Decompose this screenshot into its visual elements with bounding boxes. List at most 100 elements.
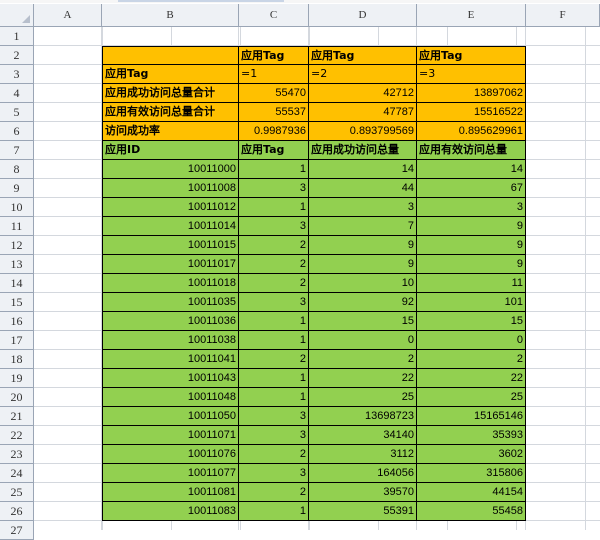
data-cell-r26-c0[interactable]: 10011083	[102, 502, 239, 521]
data-cell-r12-c0[interactable]: 10011015	[102, 236, 239, 255]
data-cell-r22-c2[interactable]: 34140	[309, 426, 417, 445]
data-cell-r14-c0[interactable]: 10011018	[102, 274, 239, 293]
row-header-1[interactable]: 1	[0, 27, 34, 46]
data-cell-r20-c2[interactable]: 25	[309, 388, 417, 407]
row-header-25[interactable]: 25	[0, 483, 34, 502]
column-header-e[interactable]: E	[417, 4, 526, 27]
header-cell-r6-c2[interactable]: 0.893799569	[309, 122, 417, 141]
data-cell-r19-c2[interactable]: 22	[309, 369, 417, 388]
row-header-6[interactable]: 6	[0, 122, 34, 141]
data-cell-r18-c3[interactable]: 2	[417, 350, 526, 369]
data-cell-r11-c1[interactable]: 3	[239, 217, 309, 236]
data-cell-r26-c1[interactable]: 1	[239, 502, 309, 521]
header-cell-r4-c2[interactable]: 42712	[309, 84, 417, 103]
row-header-17[interactable]: 17	[0, 331, 34, 350]
data-cell-r21-c1[interactable]: 3	[239, 407, 309, 426]
row-header-3[interactable]: 3	[0, 65, 34, 84]
data-cell-r9-c3[interactable]: 67	[417, 179, 526, 198]
data-cell-r23-c0[interactable]: 10011076	[102, 445, 239, 464]
data-cell-r16-c3[interactable]: 15	[417, 312, 526, 331]
row-header-7[interactable]: 7	[0, 141, 34, 160]
row-header-15[interactable]: 15	[0, 293, 34, 312]
data-cell-r10-c2[interactable]: 3	[309, 198, 417, 217]
data-cell-r21-c3[interactable]: 15165146	[417, 407, 526, 426]
data-cell-r25-c1[interactable]: 2	[239, 483, 309, 502]
data-cell-r22-c0[interactable]: 10011071	[102, 426, 239, 445]
data-cell-r15-c2[interactable]: 92	[309, 293, 417, 312]
header-cell-r7-c3[interactable]: 应用有效访问总量	[417, 141, 526, 160]
data-cell-r16-c2[interactable]: 15	[309, 312, 417, 331]
column-header-c[interactable]: C	[239, 4, 309, 27]
row-header-13[interactable]: 13	[0, 255, 34, 274]
data-cell-r14-c1[interactable]: 2	[239, 274, 309, 293]
data-cell-r16-c0[interactable]: 10011036	[102, 312, 239, 331]
data-cell-r10-c0[interactable]: 10011012	[102, 198, 239, 217]
data-cell-r23-c3[interactable]: 3602	[417, 445, 526, 464]
row-header-26[interactable]: 26	[0, 502, 34, 521]
header-cell-r7-c2[interactable]: 应用成功访问总量	[309, 141, 417, 160]
data-cell-r20-c3[interactable]: 25	[417, 388, 526, 407]
row-header-14[interactable]: 14	[0, 274, 34, 293]
header-cell-r5-c2[interactable]: 47787	[309, 103, 417, 122]
data-cell-r21-c0[interactable]: 10011050	[102, 407, 239, 426]
data-cell-r19-c3[interactable]: 22	[417, 369, 526, 388]
header-cell-r4-c1[interactable]: 55470	[239, 84, 309, 103]
data-cell-r25-c3[interactable]: 44154	[417, 483, 526, 502]
header-cell-r6-c0[interactable]: 访问成功率	[102, 122, 239, 141]
data-cell-r12-c3[interactable]: 9	[417, 236, 526, 255]
data-cell-r12-c1[interactable]: 2	[239, 236, 309, 255]
data-cell-r24-c2[interactable]: 164056	[309, 464, 417, 483]
header-cell-r5-c3[interactable]: 15516522	[417, 103, 526, 122]
data-cell-r13-c1[interactable]: 2	[239, 255, 309, 274]
row-header-5[interactable]: 5	[0, 103, 34, 122]
data-cell-r24-c3[interactable]: 315806	[417, 464, 526, 483]
data-cell-r13-c3[interactable]: 9	[417, 255, 526, 274]
data-cell-r8-c0[interactable]: 10011000	[102, 160, 239, 179]
data-cell-r26-c2[interactable]: 55391	[309, 502, 417, 521]
data-cell-r23-c2[interactable]: 3112	[309, 445, 417, 464]
column-header-a[interactable]: A	[34, 4, 102, 27]
row-header-19[interactable]: 19	[0, 369, 34, 388]
header-cell-r4-c0[interactable]: 应用成功访问总量合计	[102, 84, 239, 103]
data-cell-r11-c3[interactable]: 9	[417, 217, 526, 236]
data-cell-r12-c2[interactable]: 9	[309, 236, 417, 255]
data-cell-r18-c2[interactable]: 2	[309, 350, 417, 369]
header-cell-r2-c0[interactable]	[102, 46, 239, 65]
data-cell-r19-c0[interactable]: 10011043	[102, 369, 239, 388]
header-cell-r2-c3[interactable]: 应用Tag	[417, 46, 526, 65]
data-cell-r15-c1[interactable]: 3	[239, 293, 309, 312]
row-header-16[interactable]: 16	[0, 312, 34, 331]
header-cell-r7-c1[interactable]: 应用Tag	[239, 141, 309, 160]
header-cell-r2-c1[interactable]: 应用Tag	[239, 46, 309, 65]
column-header-b[interactable]: B	[102, 4, 239, 27]
column-header-f[interactable]: F	[526, 4, 600, 27]
row-header-12[interactable]: 12	[0, 236, 34, 255]
data-cell-r20-c0[interactable]: 10011048	[102, 388, 239, 407]
row-header-4[interactable]: 4	[0, 84, 34, 103]
data-cell-r17-c2[interactable]: 0	[309, 331, 417, 350]
data-cell-r11-c0[interactable]: 10011014	[102, 217, 239, 236]
data-cell-r14-c3[interactable]: 11	[417, 274, 526, 293]
data-cell-r24-c0[interactable]: 10011077	[102, 464, 239, 483]
header-cell-r4-c3[interactable]: 13897062	[417, 84, 526, 103]
data-cell-r22-c1[interactable]: 3	[239, 426, 309, 445]
row-header-8[interactable]: 8	[0, 160, 34, 179]
data-cell-r8-c2[interactable]: 14	[309, 160, 417, 179]
data-cell-r15-c3[interactable]: 101	[417, 293, 526, 312]
header-cell-r7-c0[interactable]: 应用ID	[102, 141, 239, 160]
data-cell-r21-c2[interactable]: 13698723	[309, 407, 417, 426]
row-header-24[interactable]: 24	[0, 464, 34, 483]
row-header-18[interactable]: 18	[0, 350, 34, 369]
row-header-10[interactable]: 10	[0, 198, 34, 217]
header-cell-r6-c3[interactable]: 0.895629961	[417, 122, 526, 141]
select-all-corner[interactable]	[0, 4, 34, 27]
data-cell-r17-c3[interactable]: 0	[417, 331, 526, 350]
header-cell-r3-c2[interactable]: =2	[309, 65, 417, 84]
data-cell-r11-c2[interactable]: 7	[309, 217, 417, 236]
data-cell-r17-c1[interactable]: 1	[239, 331, 309, 350]
data-cell-r24-c1[interactable]: 3	[239, 464, 309, 483]
row-header-21[interactable]: 21	[0, 407, 34, 426]
header-cell-r6-c1[interactable]: 0.9987936	[239, 122, 309, 141]
row-header-20[interactable]: 20	[0, 388, 34, 407]
header-cell-r3-c0[interactable]: 应用Tag	[102, 65, 239, 84]
